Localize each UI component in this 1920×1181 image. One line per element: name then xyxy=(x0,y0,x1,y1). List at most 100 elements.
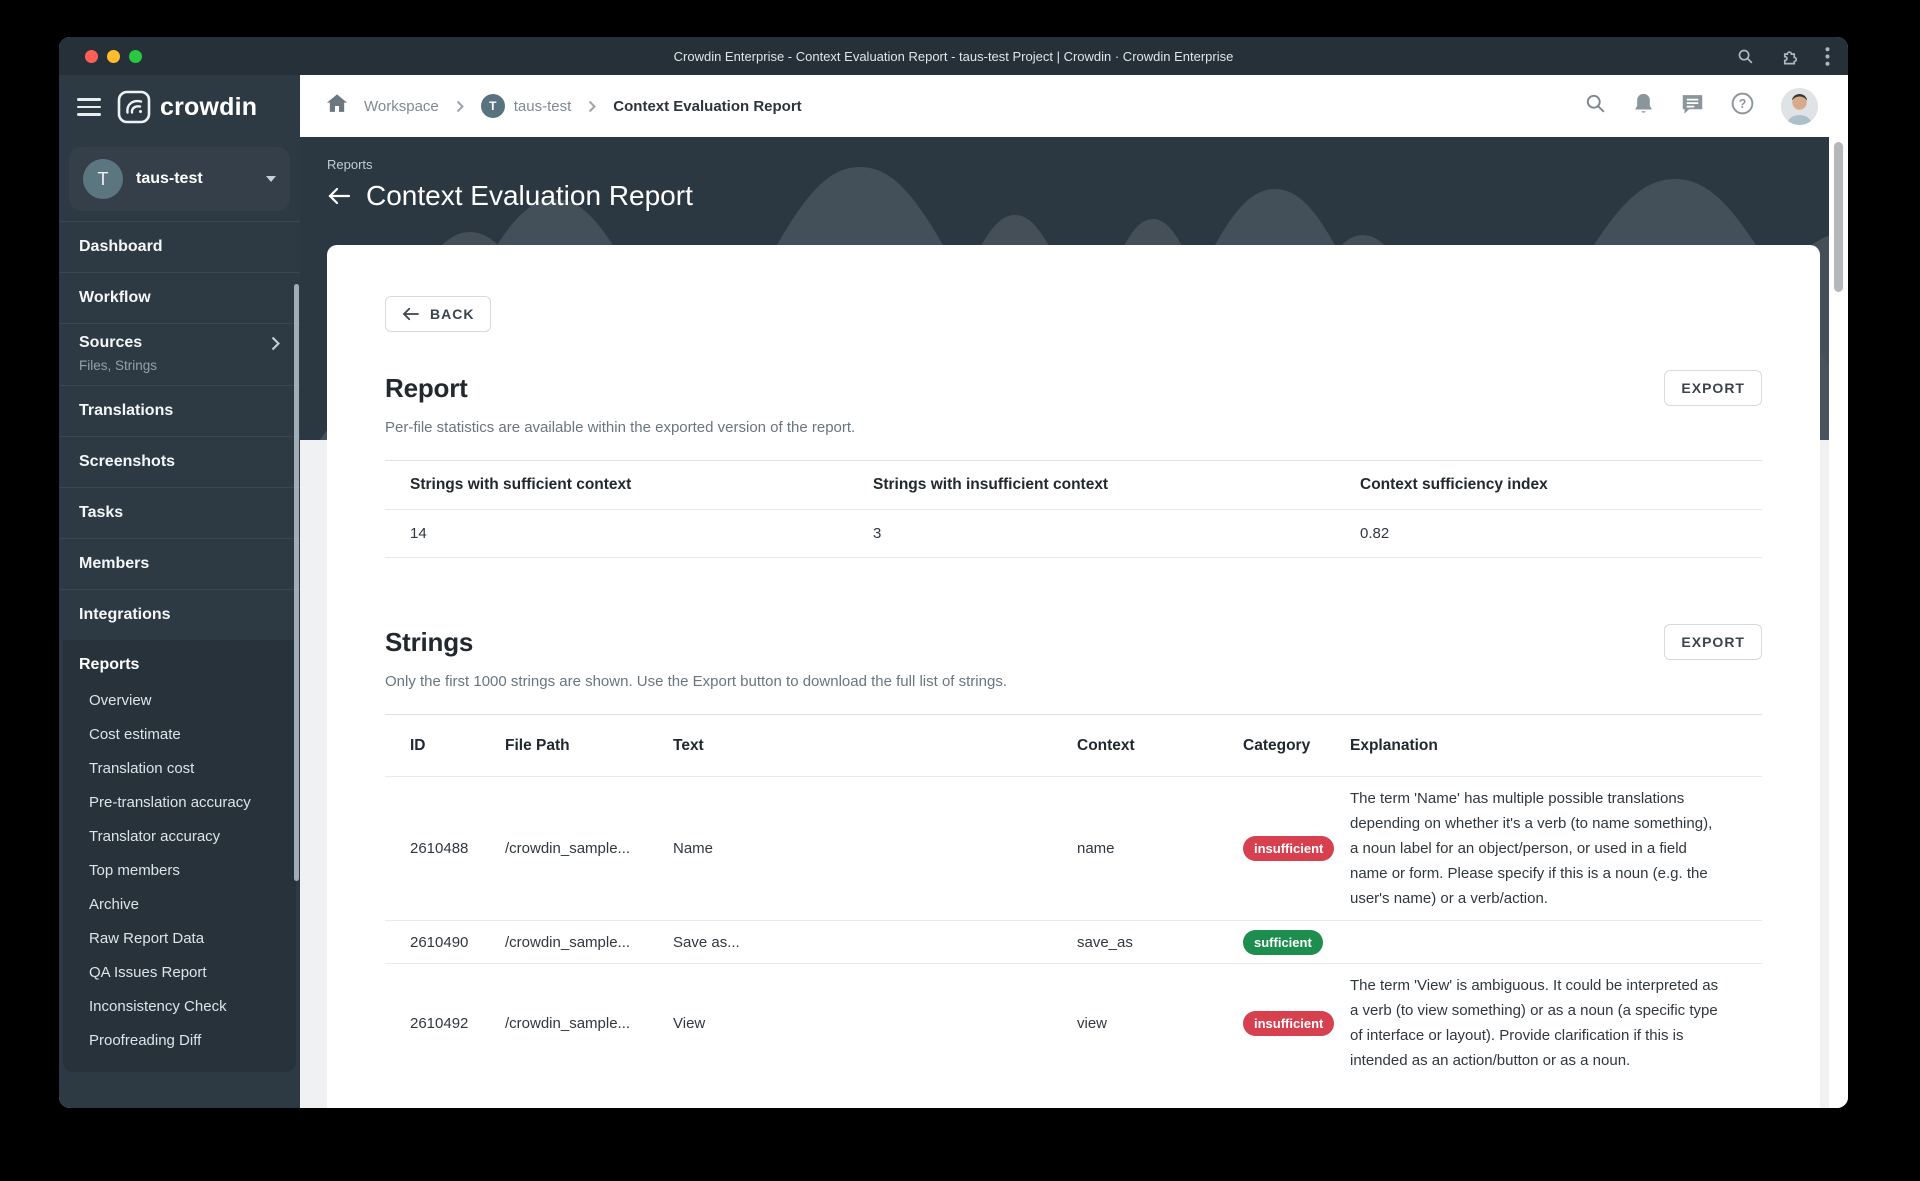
string-explanation xyxy=(1350,933,1720,951)
browser-menu-kebab-icon[interactable] xyxy=(1825,46,1830,66)
table-row: 2610490 /crowdin_sample... Save as... sa… xyxy=(385,921,1762,964)
strings-section-title: Strings xyxy=(385,626,474,657)
sidebar-item-inconsistency-check[interactable]: Inconsistency Check xyxy=(63,990,296,1024)
stats-header-insufficient: Strings with insufficient context xyxy=(873,476,1109,493)
search-icon[interactable] xyxy=(1585,93,1606,119)
sidebar-item-sources-subtitle: Files, Strings xyxy=(79,358,158,373)
string-explanation: The term 'Name' has multiple possible tr… xyxy=(1350,790,1713,907)
home-icon[interactable] xyxy=(327,94,347,118)
report-section: Report EXPORT Per-file statistics are av… xyxy=(385,370,1762,558)
traffic-lights xyxy=(85,37,142,75)
sidebar-scrollbar[interactable] xyxy=(294,284,299,881)
sidebar-item-workflow[interactable]: Workflow xyxy=(59,272,300,323)
sidebar: crowdin T taus-test Dashboard Workflow S… xyxy=(59,75,300,1108)
stats-header-sufficient: Strings with sufficient context xyxy=(410,476,632,493)
minimize-window-button[interactable] xyxy=(107,49,120,63)
sidebar-item-proofreading-diff[interactable]: Proofreading Diff xyxy=(63,1024,296,1058)
browser-search-icon[interactable] xyxy=(1737,48,1754,65)
string-explanation: The term 'View' is ambiguous. It could b… xyxy=(1350,977,1719,1069)
breadcrumb-workspace[interactable]: Workspace xyxy=(364,98,439,115)
app-header: Workspace T taus-test Context Evaluation… xyxy=(300,75,1848,137)
browser-chrome: Crowdin Enterprise - Context Evaluation … xyxy=(59,37,1848,75)
user-avatar[interactable] xyxy=(1781,87,1818,125)
page-scrollbar-thumb[interactable] xyxy=(1834,142,1843,292)
notifications-bell-icon[interactable] xyxy=(1633,93,1654,120)
close-window-button[interactable] xyxy=(85,49,98,63)
back-arrow-icon xyxy=(402,307,419,321)
extensions-puzzle-icon[interactable] xyxy=(1780,47,1799,66)
zoom-window-button[interactable] xyxy=(129,49,142,63)
main-area: Workspace T taus-test Context Evaluation… xyxy=(300,75,1848,1108)
strings-export-button[interactable]: EXPORT xyxy=(1664,624,1762,660)
sidebar-reports-section: Reports Overview Cost estimate Translati… xyxy=(63,640,296,1072)
sidebar-item-archive[interactable]: Archive xyxy=(63,888,296,922)
report-card: BACK Report EXPORT Per-file statistics a… xyxy=(327,245,1820,1108)
string-context: save_as xyxy=(1077,933,1133,951)
chevron-right-icon xyxy=(589,100,597,112)
string-file-path: /crowdin_sample... xyxy=(505,840,631,857)
sidebar-item-top-members[interactable]: Top members xyxy=(63,854,296,888)
page-back-arrow-icon[interactable] xyxy=(327,186,351,206)
category-cell: insufficient xyxy=(1243,1010,1350,1036)
project-avatar: T xyxy=(83,159,123,199)
project-selector[interactable]: T taus-test xyxy=(69,147,290,211)
chevron-right-icon xyxy=(271,336,280,350)
stats-value-index: 0.82 xyxy=(1360,525,1390,542)
string-file-path: /crowdin_sample... xyxy=(505,1014,631,1032)
sidebar-item-qa-issues-report[interactable]: QA Issues Report xyxy=(63,956,296,990)
breadcrumb-project-avatar: T xyxy=(480,94,505,118)
stats-header-index: Context sufficiency index xyxy=(1360,476,1548,493)
browser-window: Crowdin Enterprise - Context Evaluation … xyxy=(59,37,1848,1108)
sidebar-item-translations[interactable]: Translations xyxy=(59,385,300,436)
string-text: Save as... xyxy=(673,933,740,951)
breadcrumb-current-page: Context Evaluation Report xyxy=(613,97,802,115)
breadcrumb: Workspace T taus-test Context Evaluation… xyxy=(327,94,802,118)
report-stats-table: Strings with sufficient context Strings … xyxy=(385,460,1762,558)
strings-table-header: ID File Path Text Context Category Expla… xyxy=(385,715,1762,777)
string-context: name xyxy=(1077,840,1115,857)
sidebar-item-translation-cost[interactable]: Translation cost xyxy=(63,752,296,786)
sidebar-item-pre-translation-accuracy[interactable]: Pre-translation accuracy xyxy=(63,786,296,820)
help-icon[interactable]: ? xyxy=(1731,92,1754,120)
sidebar-item-screenshots[interactable]: Screenshots xyxy=(59,436,300,487)
table-row: 2610492 /crowdin_sample... View view ins… xyxy=(385,964,1762,1082)
browser-tab-title: Crowdin Enterprise - Context Evaluation … xyxy=(673,48,1234,64)
sidebar-item-integrations[interactable]: Integrations xyxy=(59,589,300,640)
sidebar-item-raw-report-data[interactable]: Raw Report Data xyxy=(63,922,296,956)
sidebar-item-tasks[interactable]: Tasks xyxy=(59,487,300,538)
crowdin-wordmark: crowdin xyxy=(160,92,258,121)
chevron-down-icon xyxy=(266,176,276,182)
back-button[interactable]: BACK xyxy=(385,296,492,332)
sidebar-item-overview[interactable]: Overview xyxy=(63,684,296,718)
breadcrumb-project[interactable]: T taus-test xyxy=(480,94,572,118)
crowdin-logo-icon xyxy=(117,90,151,124)
strings-table: ID File Path Text Context Category Expla… xyxy=(385,714,1762,1082)
status-badge: insufficient xyxy=(1243,1010,1335,1036)
report-export-button[interactable]: EXPORT xyxy=(1664,370,1762,406)
sidebar-item-dashboard[interactable]: Dashboard xyxy=(59,221,300,272)
screenshot-stage: Crowdin Enterprise - Context Evaluation … xyxy=(0,0,1920,1181)
page-header-eyebrow: Reports xyxy=(327,157,373,172)
sidebar-item-reports[interactable]: Reports xyxy=(63,640,296,684)
strings-section: Strings EXPORT Only the first 1000 strin… xyxy=(385,624,1762,1082)
sidebar-item-translator-accuracy[interactable]: Translator accuracy xyxy=(63,820,296,854)
project-name: taus-test xyxy=(136,170,203,187)
string-text: View xyxy=(673,1014,706,1032)
stats-value-sufficient: 14 xyxy=(410,525,427,542)
messages-chat-icon[interactable] xyxy=(1681,93,1704,120)
string-id: 2610490 xyxy=(410,933,469,951)
page-scrollbar-track[interactable] xyxy=(1829,137,1848,1108)
report-section-title: Report xyxy=(385,372,468,403)
sidebar-item-sources[interactable]: Sources Files, Strings xyxy=(59,323,300,385)
sidebar-item-members[interactable]: Members xyxy=(59,538,300,589)
strings-section-subtitle: Only the first 1000 strings are shown. U… xyxy=(385,673,1007,690)
chevron-right-icon xyxy=(456,100,464,112)
string-id: 2610492 xyxy=(410,1014,469,1032)
sidebar-item-cost-estimate[interactable]: Cost estimate xyxy=(63,718,296,752)
crowdin-logo[interactable]: crowdin xyxy=(117,90,257,124)
stats-value-insufficient: 3 xyxy=(873,525,882,542)
breadcrumb-project-name: taus-test xyxy=(513,97,572,115)
table-row: 2610488 /crowdin_sample... Name name ins… xyxy=(385,777,1762,921)
status-badge: sufficient xyxy=(1243,929,1323,955)
menu-icon[interactable] xyxy=(77,98,101,116)
